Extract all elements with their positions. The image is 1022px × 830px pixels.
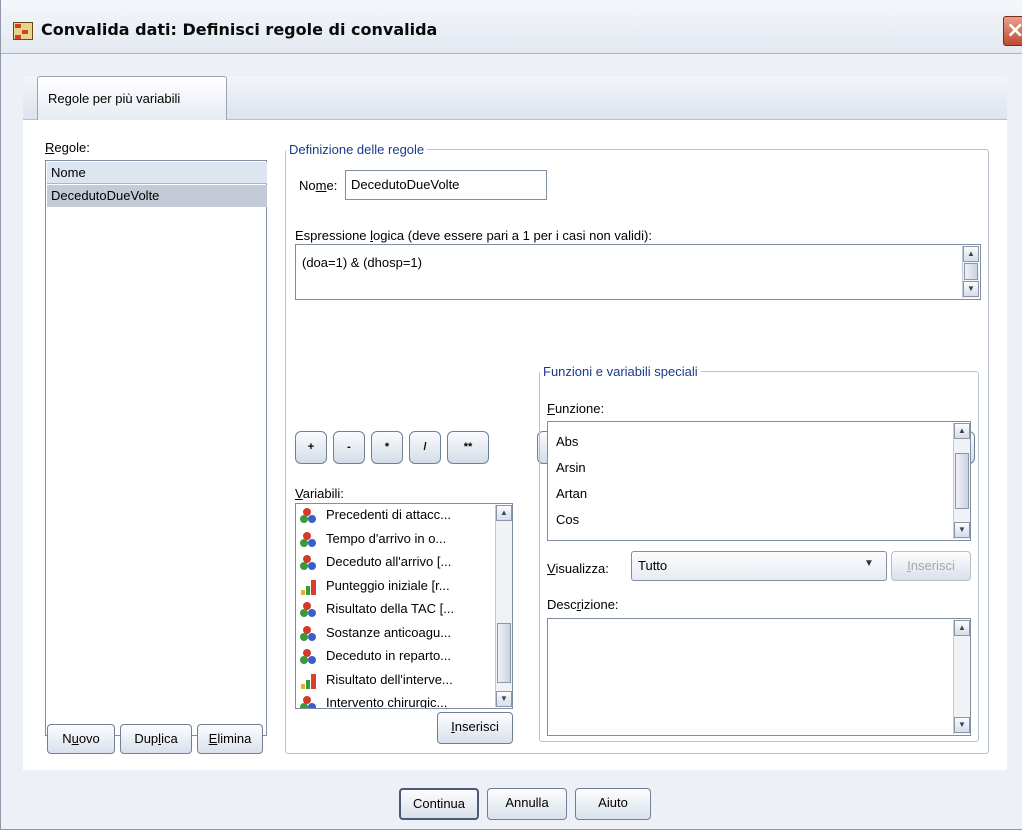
spss-app-icon [13, 22, 33, 40]
nominal-icon [300, 531, 320, 549]
nominal-icon [300, 507, 320, 525]
op-plus-button[interactable]: + [295, 431, 327, 464]
nominal-icon [300, 695, 320, 708]
functions-scrollbar[interactable]: ▲ ▼ [953, 423, 970, 539]
rules-label: Regole: [45, 140, 90, 155]
op-power-button[interactable]: ** [447, 431, 489, 464]
help-button[interactable]: Aiuto [575, 788, 651, 820]
ordinal-icon [300, 578, 320, 596]
list-item[interactable]: Cos [556, 512, 579, 527]
scroll-up-icon[interactable]: ▲ [954, 423, 970, 439]
scroll-thumb[interactable] [955, 453, 969, 509]
logical-expression-label: Espressione logica (deve essere pari a 1… [295, 228, 652, 243]
delete-rule-button[interactable]: Elimina [197, 724, 263, 754]
scroll-down-icon[interactable]: ▼ [954, 717, 970, 733]
title-bar: Convalida dati: Definisci regole di conv… [1, 0, 1022, 54]
nominal-icon [300, 554, 320, 572]
variable-label: Deceduto in reparto... [326, 648, 452, 663]
scroll-up-icon[interactable]: ▲ [954, 620, 970, 636]
rule-name-input[interactable]: DecedutoDueVolte [345, 170, 547, 200]
function-label: Funzione: [547, 401, 605, 416]
rule-item[interactable]: DecedutoDueVolte [47, 185, 267, 207]
description-box[interactable]: ▲ ▼ [547, 618, 971, 736]
close-icon: × [1006, 18, 1022, 43]
rules-list[interactable]: Nome DecedutoDueVolte [45, 160, 267, 736]
functions-list[interactable]: Abs Arsin Artan Cos ▲ ▼ [547, 421, 971, 541]
op-divide-button[interactable]: / [409, 431, 441, 464]
duplicate-rule-button[interactable]: Duplica [120, 724, 192, 754]
rules-list-header: Nome [47, 162, 267, 184]
variables-list[interactable]: Precedenti di attacc... Tempo d'arrivo in… [295, 503, 513, 709]
variable-label: Sostanze anticoagu... [326, 624, 452, 640]
list-item[interactable]: Artan [556, 486, 587, 501]
description-scrollbar[interactable]: ▲ ▼ [953, 620, 970, 734]
variables-label: Variabili: [295, 486, 344, 501]
rule-definition-legend: Definizione delle regole [289, 142, 425, 157]
view-label: Visualizza: [547, 561, 609, 576]
op-multiply-button[interactable]: * [371, 431, 403, 464]
variables-scrollbar[interactable]: ▲ ▼ [495, 505, 512, 707]
tab-multi-variable-rules[interactable]: Regole per più variabili [37, 76, 227, 120]
cancel-button[interactable]: Annulla [487, 788, 567, 820]
scroll-up-icon[interactable]: ▲ [496, 505, 512, 521]
variable-label: Precedenti di attacc... [326, 507, 452, 522]
scroll-up-icon[interactable]: ▲ [963, 246, 979, 262]
window-title: Convalida dati: Definisci regole di conv… [41, 20, 438, 39]
variable-label: Risultato della TAC [... [326, 601, 455, 616]
ordinal-icon [300, 672, 320, 690]
new-rule-button[interactable]: Nuovo [47, 724, 115, 754]
list-item[interactable]: Arsin [556, 460, 586, 475]
variable-label: Risultato dell'interve... [326, 671, 453, 687]
tab-label: Regole per più variabili [48, 91, 181, 106]
scroll-down-icon[interactable]: ▼ [963, 281, 979, 297]
close-button[interactable]: × [1003, 16, 1022, 46]
nominal-icon [300, 648, 320, 666]
scroll-thumb[interactable] [964, 263, 978, 280]
op-minus-button[interactable]: - [333, 431, 365, 464]
variable-label: Punteggio iniziale [r... [326, 577, 450, 593]
variable-label: Deceduto all'arrivo [... [326, 554, 452, 569]
insert-variable-button[interactable]: Inserisci [437, 712, 513, 744]
logical-expression-input[interactable]: (doa=1) & (dhosp=1) ▲ ▼ [295, 244, 981, 300]
scroll-thumb[interactable] [497, 623, 511, 683]
chevron-down-icon: ▼ [864, 558, 874, 569]
insert-function-button[interactable]: Inserisci [891, 551, 971, 581]
continue-button[interactable]: Continua [399, 788, 479, 820]
variable-label: Tempo d'arrivo in o... [326, 530, 447, 546]
main-panel: Regole: Nome DecedutoDueVolte Nuovo Dupl… [23, 120, 1007, 820]
scroll-down-icon[interactable]: ▼ [496, 691, 512, 707]
view-dropdown[interactable]: Tutto ▼ [631, 551, 887, 581]
list-item[interactable]: Abs [556, 434, 578, 449]
description-label: Descrizione: [547, 597, 619, 612]
variable-label: Intervento chirurgic... [326, 695, 448, 709]
dialog-window: Convalida dati: Definisci regole di conv… [0, 0, 1022, 830]
rule-name-label: Nome: [299, 178, 338, 193]
scroll-down-icon[interactable]: ▼ [954, 522, 970, 538]
nominal-icon [300, 601, 320, 619]
tab-strip: Regole per più variabili [23, 76, 1007, 120]
nominal-icon [300, 625, 320, 643]
expression-scrollbar[interactable]: ▲ ▼ [962, 246, 979, 298]
functions-legend: Funzioni e variabili speciali [543, 364, 698, 379]
